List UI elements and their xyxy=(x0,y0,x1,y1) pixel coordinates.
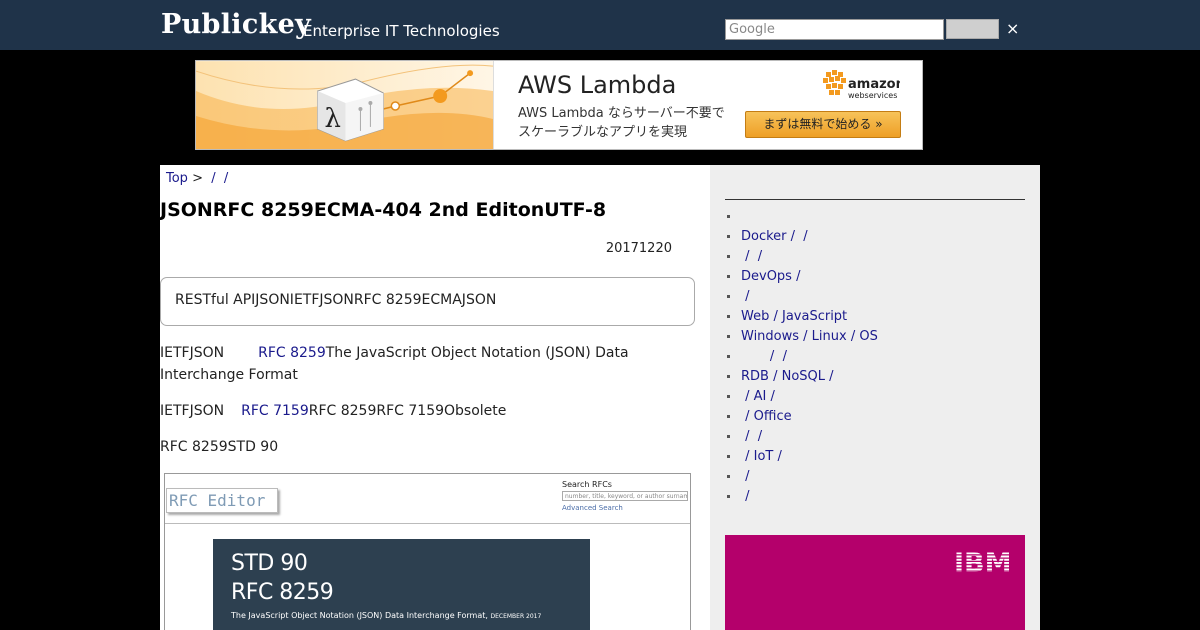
bullet-icon xyxy=(727,375,730,378)
rfc-editor-logo: RFC Editor xyxy=(166,488,278,513)
sidebar-divider xyxy=(725,199,1025,200)
site-header: Publickey Enterprise IT Technologies × xyxy=(0,0,1200,50)
bullet-icon xyxy=(727,495,730,498)
svg-text:amazon: amazon xyxy=(848,77,900,92)
article-date: 20171220 xyxy=(605,241,672,256)
rfc-editor-screenshot: RFC Editor Search RFCs number, title, ke… xyxy=(164,473,691,630)
breadcrumb-crumb-1[interactable]: / xyxy=(211,171,215,186)
category-item[interactable]: Docker / / xyxy=(725,227,878,247)
paragraph-2-text: IETFJSON xyxy=(160,403,225,419)
bullet-icon xyxy=(727,395,730,398)
category-item[interactable]: / / xyxy=(725,347,878,367)
rfc-7159-link[interactable]: RFC 7159 xyxy=(241,403,309,419)
category-item[interactable]: RDB / NoSQL / xyxy=(725,367,878,387)
bullet-icon xyxy=(727,235,730,238)
ad-text-line-2: スケーラブルなアプリを実現 xyxy=(518,125,688,140)
bullet-icon xyxy=(727,335,730,338)
close-icon[interactable]: × xyxy=(1006,19,1019,39)
lambda-illustration-icon: λ xyxy=(196,61,494,149)
ibm-ad[interactable]: IBM xyxy=(725,535,1025,630)
category-item[interactable]: / IoT / xyxy=(725,447,878,467)
ad-text-line-1: AWS Lambda ならサーバー不要で xyxy=(518,106,725,121)
rfc-search-input: number, title, keyword, or author surnam… xyxy=(562,491,688,501)
bullet-icon xyxy=(727,455,730,458)
category-item[interactable]: Web / JavaScript xyxy=(725,307,878,327)
bullet-icon xyxy=(727,255,730,258)
rfc-editor-topbar: RFC Editor Search RFCs number, title, ke… xyxy=(165,474,690,524)
category-item[interactable] xyxy=(725,207,878,227)
rfc-8259-link[interactable]: RFC 8259 xyxy=(258,345,326,361)
ad-title: AWS Lambda xyxy=(518,71,677,99)
category-item[interactable]: / xyxy=(725,287,878,307)
search-button[interactable] xyxy=(946,19,999,39)
bullet-icon xyxy=(727,215,730,218)
site-tagline: Enterprise IT Technologies xyxy=(303,22,500,40)
category-item[interactable]: / xyxy=(725,467,878,487)
paragraph-2: IETFJSON RFC 7159RFC 8259RFC 7159Obsolete xyxy=(160,400,695,422)
svg-text:λ: λ xyxy=(325,104,341,134)
paragraph-2-rest: RFC 8259RFC 7159Obsolete xyxy=(308,403,507,419)
bullet-icon xyxy=(727,415,730,418)
rfc-number: RFC 8259 xyxy=(231,580,334,605)
category-list: Docker / / / / DevOps / / Web / JavaScri… xyxy=(725,207,878,507)
bullet-icon xyxy=(727,315,730,318)
rfc-search-label: Search RFCs xyxy=(562,480,612,489)
paragraph-1-rest: The JavaScript Object Notation (JSON) Da… xyxy=(160,345,629,383)
site-logo[interactable]: Publickey xyxy=(161,9,311,40)
bullet-icon xyxy=(727,475,730,478)
paragraph-1-text: IETFJSON xyxy=(160,345,225,361)
category-item[interactable]: DevOps / xyxy=(725,267,878,287)
category-item[interactable]: / / xyxy=(725,247,878,267)
page-title: JSONRFC 8259ECMA-404 2nd EditonUTF-8 xyxy=(160,199,607,221)
svg-text:IBM: IBM xyxy=(954,549,1012,575)
bullet-icon xyxy=(727,355,730,358)
svg-text:webservices: webservices xyxy=(848,91,897,100)
aws-lambda-ad-banner[interactable]: λ AWS Lambda AWS Lambda ならサーバー不要で スケーラブル… xyxy=(195,60,923,150)
category-item[interactable]: / xyxy=(725,487,878,507)
bullet-icon xyxy=(727,295,730,298)
rfc-subtitle: The JavaScript Object Notation (JSON) Da… xyxy=(231,611,542,620)
breadcrumb: Top > / / xyxy=(166,171,228,186)
category-item[interactable]: / Office xyxy=(725,407,878,427)
breadcrumb-separator: > xyxy=(187,171,212,186)
std-number: STD 90 xyxy=(231,551,308,576)
paragraph-1: IETFJSON RFC 8259The JavaScript Object No… xyxy=(160,342,695,386)
breadcrumb-top-link[interactable]: Top xyxy=(166,171,188,186)
rfc-advanced-search-link: Advanced Search xyxy=(562,504,623,512)
google-search-input[interactable] xyxy=(725,19,944,40)
category-item[interactable]: / / xyxy=(725,427,878,447)
ad-cta-button[interactable]: まずは無料で始める » xyxy=(745,111,901,138)
ibm-logo: IBM xyxy=(954,549,1012,575)
amazon-webservices-logo: amazon webservices xyxy=(823,70,900,100)
breadcrumb-crumb-2[interactable]: / xyxy=(224,171,228,186)
bullet-icon xyxy=(727,435,730,438)
sidebar: Docker / / / / DevOps / / Web / JavaScri… xyxy=(710,165,1040,630)
category-item[interactable]: Windows / Linux / OS xyxy=(725,327,878,347)
article-summary: RESTful APIJSONIETFJSONRFC 8259ECMAJSON xyxy=(160,277,695,326)
paragraph-3: RFC 8259STD 90 xyxy=(160,439,279,455)
std-90-panel: STD 90 RFC 8259 The JavaScript Object No… xyxy=(213,539,590,630)
article-main: Top > / / JSONRFC 8259ECMA-404 2nd Edito… xyxy=(160,165,710,630)
category-item[interactable]: / AI / xyxy=(725,387,878,407)
bullet-icon xyxy=(727,275,730,278)
